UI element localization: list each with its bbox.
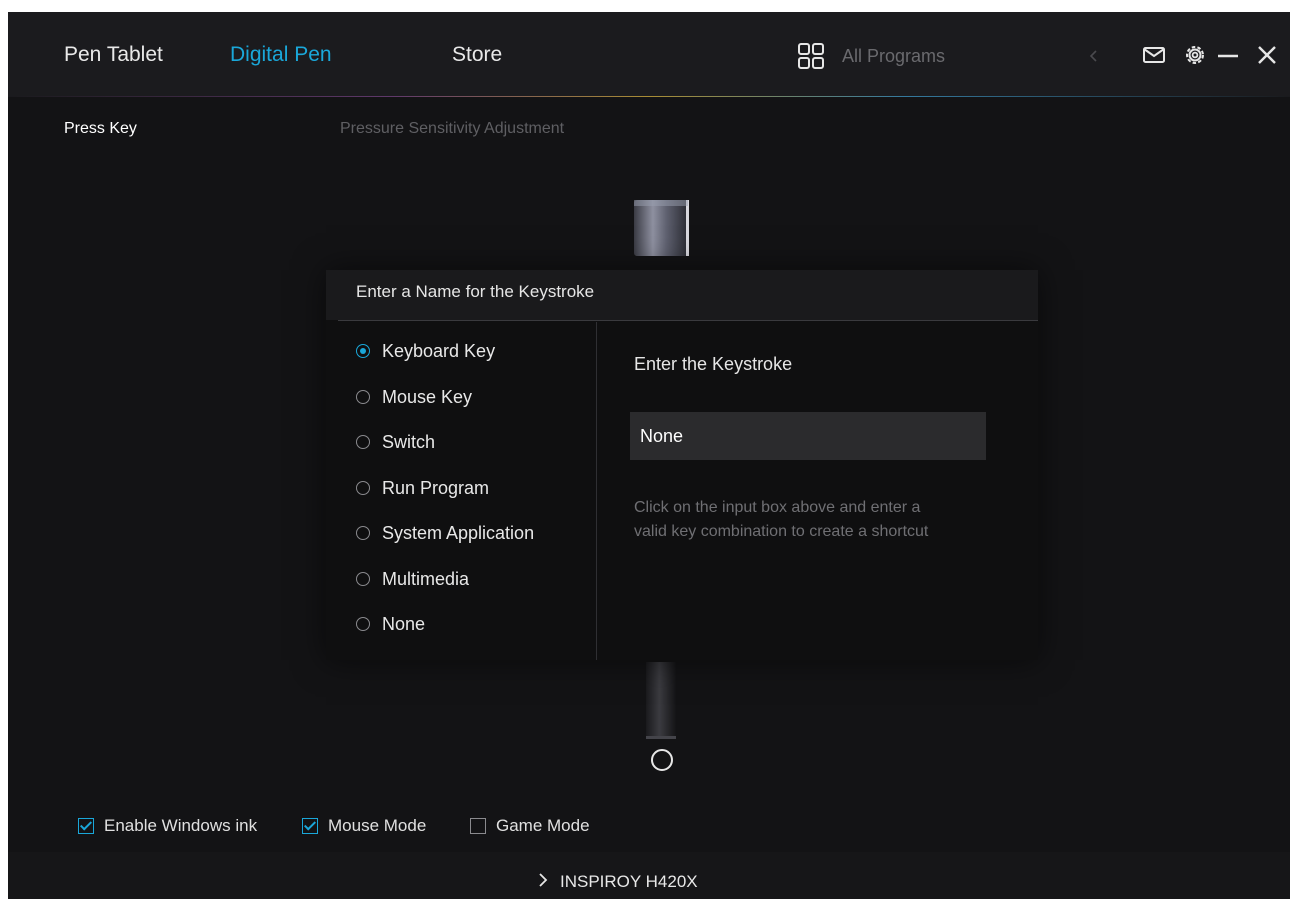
radio-icon[interactable] xyxy=(356,481,370,495)
device-name: INSPIROY H420X xyxy=(560,872,698,891)
option-label: Mouse Key xyxy=(382,386,473,407)
keystroke-dialog: Enter a Name for the Keystroke Keyboard … xyxy=(326,270,1038,660)
dialog-divider xyxy=(338,320,1038,321)
mail-icon[interactable] xyxy=(1141,42,1167,68)
top-bar-divider xyxy=(8,96,1290,97)
chevron-left-icon[interactable] xyxy=(1086,48,1102,64)
option-label: Switch xyxy=(382,431,436,452)
top-bar: Pen Tablet Digital Pen Store All Program… xyxy=(8,12,1290,96)
option-label: Keyboard Key xyxy=(382,340,496,361)
minimize-icon[interactable] xyxy=(1215,42,1241,68)
dialog-column-divider xyxy=(596,322,597,660)
game-mode-checkbox[interactable]: Game Mode xyxy=(470,814,590,838)
option-mouse-key[interactable]: Mouse Key xyxy=(356,383,472,411)
option-run-program[interactable]: Run Program xyxy=(356,474,489,502)
option-keyboard-key[interactable]: Keyboard Key xyxy=(356,337,495,365)
keystroke-hint: Click on the input box above and enter a… xyxy=(634,499,929,540)
tab-digital-pen[interactable]: Digital Pen xyxy=(230,40,332,70)
option-label: Multimedia xyxy=(382,568,470,589)
check-label: Game Mode xyxy=(496,816,590,835)
grid-icon xyxy=(796,41,826,71)
keystroke-input[interactable] xyxy=(630,412,986,460)
option-multimedia[interactable]: Multimedia xyxy=(356,565,469,593)
radio-icon[interactable] xyxy=(356,435,370,449)
dialog-header: Enter a Name for the Keystroke xyxy=(326,270,1038,320)
subtab-press-key[interactable]: Press Key xyxy=(64,120,137,138)
radio-checked-icon[interactable] xyxy=(356,344,370,358)
enable-windows-ink-checkbox[interactable]: Enable Windows ink xyxy=(78,814,257,838)
mouse-mode-checkbox[interactable]: Mouse Mode xyxy=(302,814,426,838)
app-window: Pen Tablet Digital Pen Store All Program… xyxy=(8,12,1290,899)
option-system-application[interactable]: System Application xyxy=(356,519,534,547)
check-label: Enable Windows ink xyxy=(104,816,258,835)
chevron-right-icon xyxy=(536,872,550,893)
option-none[interactable]: None xyxy=(356,610,425,638)
gear-icon[interactable] xyxy=(1182,42,1208,68)
device-selector[interactable]: INSPIROY H420X xyxy=(536,870,698,894)
close-icon[interactable] xyxy=(1254,42,1280,68)
option-label: System Application xyxy=(382,522,535,543)
radio-icon[interactable] xyxy=(356,526,370,540)
program-selector[interactable]: All Programs xyxy=(796,41,1062,71)
subtab-pressure-sensitivity[interactable]: Pressure Sensitivity Adjustment xyxy=(340,120,564,138)
pen-button-image xyxy=(620,196,700,258)
radio-icon[interactable] xyxy=(356,617,370,631)
tab-store[interactable]: Store xyxy=(452,40,502,70)
radio-icon[interactable] xyxy=(356,390,370,404)
keystroke-title: Enter the Keystroke xyxy=(634,354,793,374)
radio-icon[interactable] xyxy=(356,572,370,586)
checkbox-checked-icon[interactable] xyxy=(302,818,318,834)
pen-tip-image xyxy=(636,662,686,782)
checkbox-checked-icon[interactable] xyxy=(78,818,94,834)
check-label: Mouse Mode xyxy=(328,816,427,835)
checkbox-icon[interactable] xyxy=(470,818,486,834)
dialog-title: Enter a Name for the Keystroke xyxy=(356,282,595,301)
programs-label: All Programs xyxy=(842,45,946,66)
option-label: Run Program xyxy=(382,477,490,498)
option-label: None xyxy=(382,613,426,634)
option-switch[interactable]: Switch xyxy=(356,428,435,456)
tab-pen-tablet[interactable]: Pen Tablet xyxy=(64,40,163,70)
